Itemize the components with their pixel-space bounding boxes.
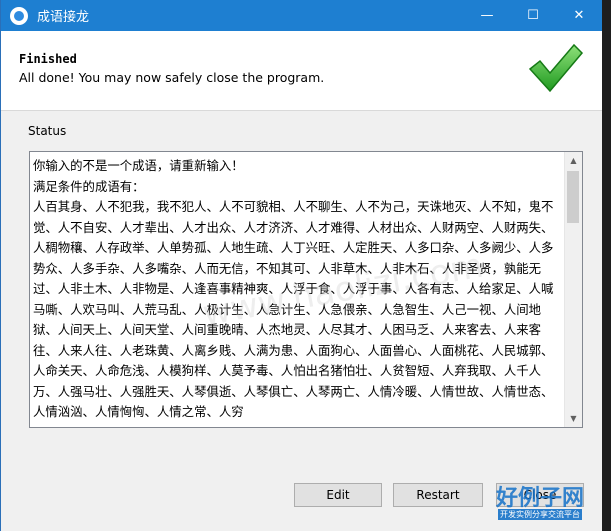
header-title: Finished bbox=[19, 52, 77, 66]
header-subtitle: All done! You may now safely close the p… bbox=[19, 70, 325, 85]
close-window-button[interactable]: ✕ bbox=[556, 0, 602, 31]
checkmark-icon bbox=[528, 43, 584, 93]
edit-button[interactable]: Edit bbox=[294, 483, 382, 507]
watermark-subtitle: 开发实例分享交流平台 bbox=[498, 509, 582, 520]
maximize-button[interactable]: ☐ bbox=[510, 0, 556, 31]
window-title: 成语接龙 bbox=[37, 10, 90, 25]
watermark-logo: 好例子网 bbox=[495, 486, 584, 511]
app-window: 成语接龙 — ☐ ✕ Finished All done! You may no… bbox=[0, 0, 602, 531]
vertical-scrollbar[interactable]: ▲ ▼ bbox=[564, 152, 582, 427]
window-controls: — ☐ ✕ bbox=[464, 0, 602, 31]
background-editor-strip bbox=[602, 0, 611, 531]
close-icon: ✕ bbox=[573, 8, 585, 23]
title-bar[interactable]: 成语接龙 — ☐ ✕ bbox=[1, 0, 602, 31]
minimize-button[interactable]: — bbox=[464, 0, 510, 31]
maximize-icon: ☐ bbox=[527, 8, 539, 23]
scroll-thumb[interactable] bbox=[567, 171, 579, 223]
header-panel: Finished All done! You may now safely cl… bbox=[1, 31, 602, 111]
scroll-up-icon[interactable]: ▲ bbox=[565, 152, 582, 169]
log-line: 满足条件的成语有： bbox=[33, 178, 145, 194]
status-label: Status bbox=[28, 124, 67, 138]
app-icon bbox=[10, 6, 28, 25]
restart-button[interactable]: Restart bbox=[393, 483, 483, 507]
log-line: 你输入的不是一个成语，请重新输入！ bbox=[33, 158, 244, 173]
minimize-icon: — bbox=[480, 8, 494, 23]
scroll-down-icon[interactable]: ▼ bbox=[565, 410, 582, 427]
